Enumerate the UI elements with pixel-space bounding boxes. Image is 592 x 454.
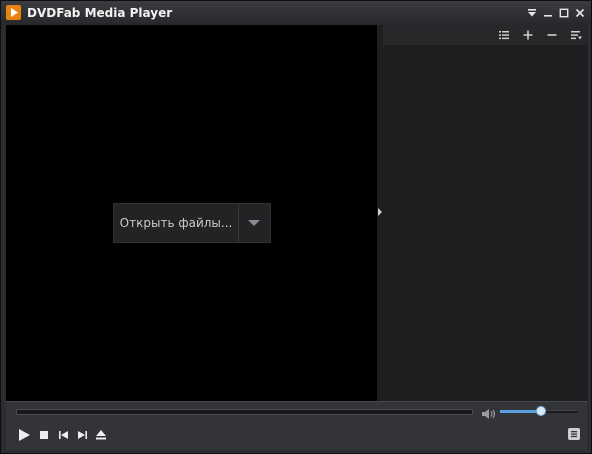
dvdfab-play-icon xyxy=(6,5,21,20)
maximize-icon[interactable] xyxy=(557,6,571,20)
sort-icon[interactable] xyxy=(569,28,583,42)
volume-icon[interactable] xyxy=(481,405,497,419)
volume-slider[interactable] xyxy=(500,406,578,416)
title-bar[interactable]: DVDFab Media Player xyxy=(1,1,591,25)
seek-bar[interactable] xyxy=(16,409,473,415)
playlist-panel xyxy=(383,25,588,401)
stop-icon[interactable] xyxy=(37,428,53,442)
volume-knob[interactable] xyxy=(535,406,546,416)
menu-dropdown-icon[interactable] xyxy=(525,6,539,20)
close-icon[interactable] xyxy=(573,6,587,20)
list-icon[interactable] xyxy=(497,28,511,42)
collapse-arrow-icon[interactable] xyxy=(378,208,382,216)
previous-icon[interactable] xyxy=(56,428,72,442)
open-files-dropdown-button[interactable] xyxy=(239,204,270,242)
play-icon[interactable] xyxy=(16,428,32,442)
playlist-icon[interactable] xyxy=(567,427,581,441)
player-window: DVDFab Media Player Открыть файлы... xyxy=(0,0,592,454)
volume-fill xyxy=(500,410,541,413)
remove-icon[interactable] xyxy=(545,28,559,42)
next-icon[interactable] xyxy=(75,428,91,442)
video-area[interactable]: Открыть файлы... xyxy=(6,25,377,401)
playlist-toolbar xyxy=(383,25,588,45)
add-icon[interactable] xyxy=(521,28,535,42)
minimize-icon[interactable] xyxy=(541,6,555,20)
playlist-items[interactable] xyxy=(385,46,586,399)
open-files-button[interactable]: Открыть файлы... xyxy=(114,204,238,242)
open-files-group: Открыть файлы... xyxy=(113,203,271,243)
eject-icon[interactable] xyxy=(94,428,110,442)
window-title: DVDFab Media Player xyxy=(27,6,173,20)
control-bar xyxy=(6,401,587,450)
chevron-down-icon xyxy=(248,220,260,226)
